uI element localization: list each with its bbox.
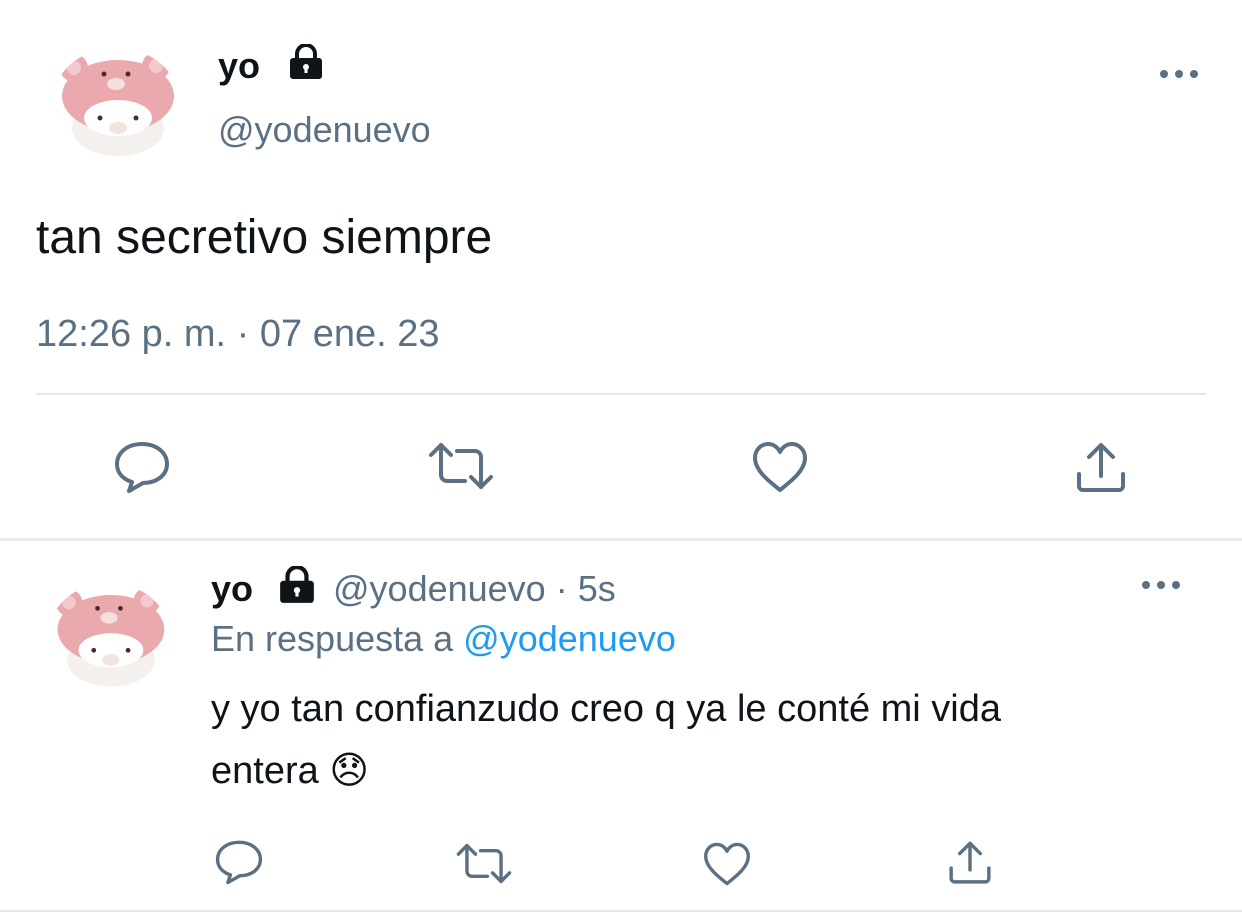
reply-icon[interactable] bbox=[113, 439, 171, 495]
share-icon[interactable] bbox=[946, 839, 994, 887]
bottom-divider bbox=[0, 910, 1242, 912]
share-icon[interactable] bbox=[1073, 440, 1129, 496]
like-icon[interactable] bbox=[702, 841, 752, 887]
more-options-icon[interactable] bbox=[1141, 578, 1181, 592]
divider bbox=[36, 393, 1206, 395]
reply-author-name[interactable]: yo bbox=[211, 568, 253, 610]
reply-age[interactable]: 5s bbox=[578, 568, 616, 609]
section-divider bbox=[0, 538, 1242, 541]
reply-author-handle[interactable]: @yodenuevo bbox=[333, 568, 546, 609]
disappointed-face-emoji: 😞 bbox=[329, 750, 369, 792]
reply-avatar[interactable] bbox=[48, 583, 170, 689]
reply-icon[interactable] bbox=[214, 838, 264, 886]
reply-text-line-2: entera 😞 bbox=[211, 748, 369, 794]
replying-to-line: En respuesta a @yodenuevo bbox=[211, 617, 676, 661]
retweet-icon[interactable] bbox=[427, 441, 495, 491]
avatar[interactable] bbox=[52, 48, 180, 158]
meta-separator: · bbox=[555, 568, 568, 609]
reply-text-word: entera bbox=[211, 750, 319, 792]
author-name[interactable]: yo bbox=[218, 46, 260, 86]
tweet-timestamp[interactable]: 12:26 p. m. · 07 ene. 23 bbox=[36, 311, 440, 357]
lock-icon bbox=[277, 566, 317, 604]
reply-text-line-1: y yo tan confianzudo creo q ya le conté … bbox=[211, 688, 1002, 730]
tweet-text: tan secretivo siempre bbox=[36, 211, 493, 264]
lock-icon bbox=[287, 44, 325, 80]
author-handle[interactable]: @yodenuevo bbox=[218, 108, 431, 152]
like-icon[interactable] bbox=[751, 440, 809, 494]
replying-prefix: En respuesta a bbox=[211, 618, 454, 659]
reply-meta: @yodenuevo · 5s bbox=[333, 568, 616, 610]
more-options-icon[interactable] bbox=[1159, 67, 1199, 81]
replying-to-handle[interactable]: @yodenuevo bbox=[463, 618, 676, 659]
retweet-icon[interactable] bbox=[455, 842, 513, 885]
